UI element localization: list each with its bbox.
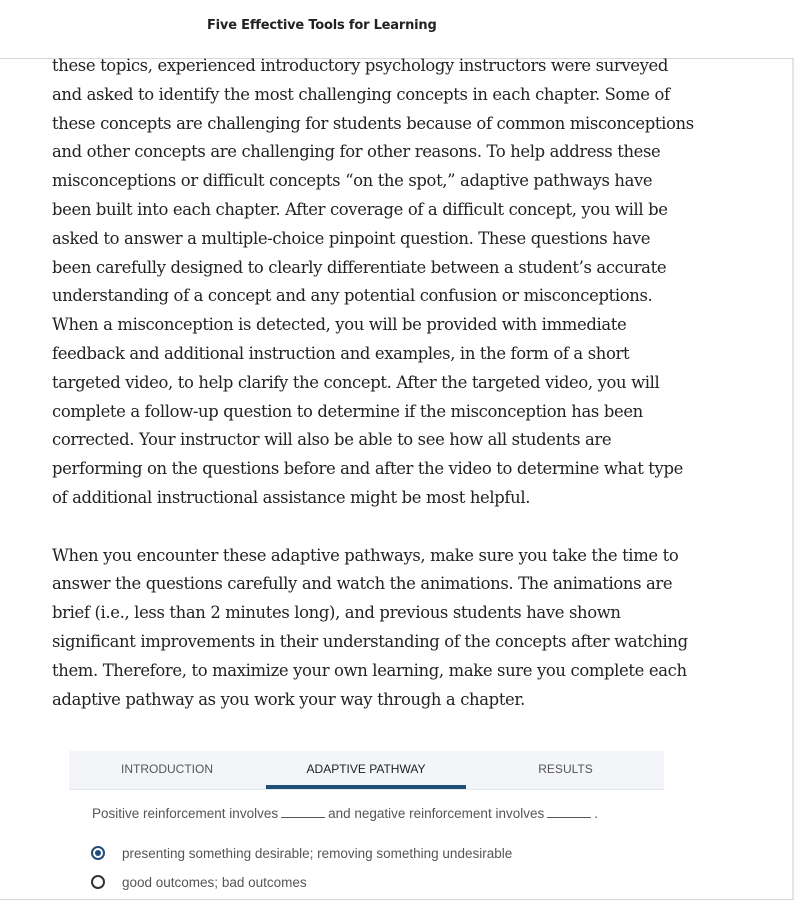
text-line: When you encounter these adaptive pathwa… [52, 545, 679, 565]
answer-option[interactable]: good outcomes; bad outcomes [91, 872, 307, 892]
question-part: . [594, 806, 598, 821]
question-part: and negative reinforcement involves [328, 806, 545, 821]
text-line: adaptive pathway as you work your way th… [52, 689, 525, 709]
answer-option[interactable]: presenting something desirable; removing… [91, 843, 512, 863]
tab-introduction[interactable]: INTRODUCTION [69, 751, 265, 787]
bottom-divider [0, 899, 794, 900]
paragraph: these topics, experienced introductory p… [52, 52, 694, 513]
text-line: answer the questions carefully and watch… [52, 574, 673, 594]
tab-results[interactable]: RESULTS [467, 751, 664, 787]
page-title: Five Effective Tools for Learning [207, 18, 437, 33]
text-line: misconceptions or difficult concepts “on… [52, 171, 653, 191]
text-line: these topics, experienced introductory p… [52, 56, 669, 75]
text-line: When a misconception is detected, you wi… [52, 315, 627, 335]
question-part: Positive reinforcement involves [92, 806, 279, 821]
adaptive-pathway-widget: INTRODUCTION ADAPTIVE PATHWAY RESULTS Po… [69, 751, 664, 890]
text-line: been carefully designed to clearly diffe… [52, 257, 667, 277]
radio-unselected-icon[interactable] [91, 875, 105, 889]
answer-blank [281, 807, 326, 818]
question-text: Positive reinforcement involves and negat… [92, 806, 598, 821]
text-line: been built into each chapter. After cove… [52, 199, 668, 219]
header-bar: Five Effective Tools for Learning [0, 0, 794, 59]
active-tab-indicator [266, 785, 466, 789]
text-line: asked to answer a multiple-choice pinpoi… [52, 228, 651, 248]
text-line: feedback and additional instruction and … [52, 343, 630, 363]
text-line: performing on the questions before and a… [52, 459, 683, 479]
paragraph: When you encounter these adaptive pathwa… [52, 542, 688, 715]
tab-bar: INTRODUCTION ADAPTIVE PATHWAY RESULTS [69, 751, 664, 790]
text-line: corrected. Your instructor will also be … [52, 430, 612, 450]
text-line: brief (i.e., less than 2 minutes long), … [52, 603, 621, 623]
radio-selected-icon[interactable] [91, 846, 105, 860]
text-line: and other concepts are challenging for o… [52, 142, 661, 162]
text-line: targeted video, to help clarify the conc… [52, 372, 660, 392]
text-line: and asked to identify the most challengi… [52, 84, 670, 104]
text-line: understanding of a concept and any poten… [52, 286, 653, 306]
text-line: significant improvements in their unders… [52, 631, 688, 651]
article-body: these topics, experienced introductory p… [52, 52, 694, 715]
answer-option-label: good outcomes; bad outcomes [122, 874, 307, 890]
text-line: complete a follow-up question to determi… [52, 401, 643, 421]
answer-blank [547, 807, 592, 818]
text-line: these concepts are challenging for stude… [52, 113, 694, 133]
text-line: them. Therefore, to maximize your own le… [52, 660, 687, 680]
tab-adaptive-pathway[interactable]: ADAPTIVE PATHWAY [266, 751, 466, 787]
answer-option-label: presenting something desirable; removing… [122, 845, 513, 861]
text-line: of additional instructional assistance m… [52, 487, 531, 507]
